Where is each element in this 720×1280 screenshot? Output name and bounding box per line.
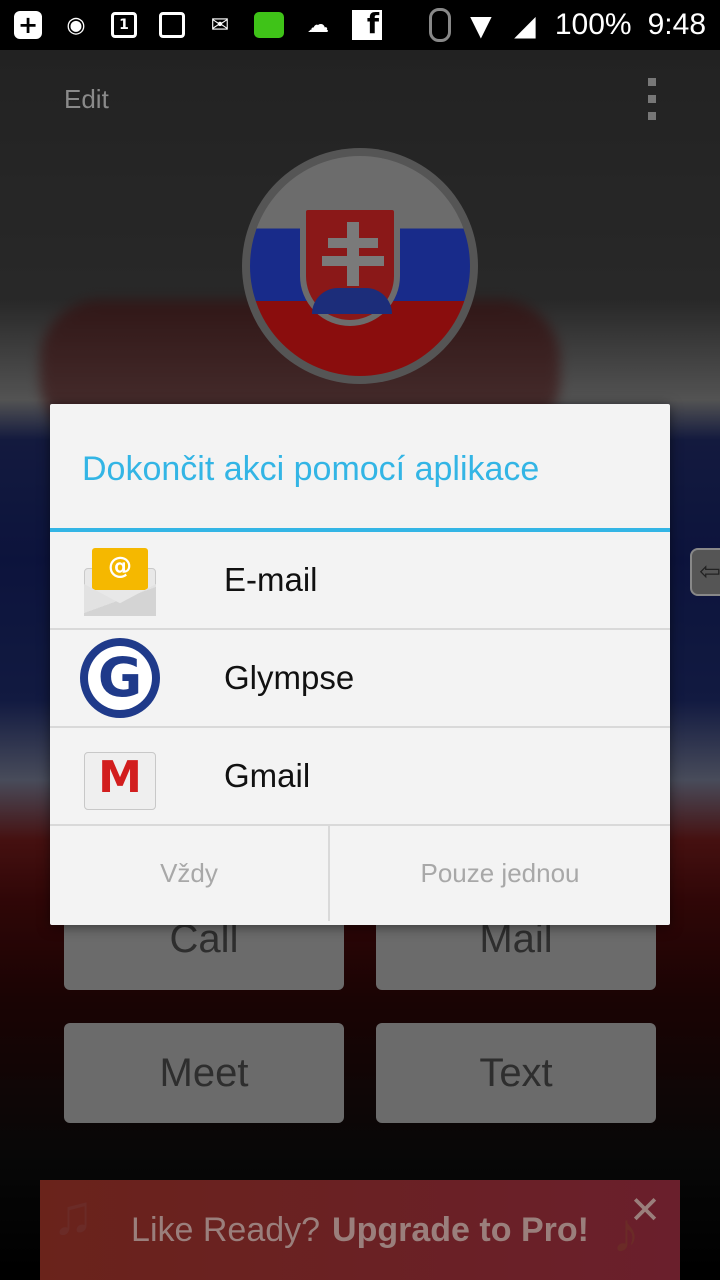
option-email[interactable]: @ E-mail [50, 532, 670, 630]
option-label: Glympse [224, 659, 355, 696]
banner-lead-text: Like Ready? [131, 1210, 321, 1249]
messenger-icon: ◉ [66, 12, 86, 38]
battery-percentage: 100% [554, 8, 632, 41]
calendar-day: 1 [111, 12, 137, 38]
app-chooser-dialog: Dokončit akci pomocí aplikace @ E-mail G… [50, 404, 670, 925]
contact-avatar[interactable] [242, 148, 478, 384]
slovak-flag-image [250, 156, 470, 376]
bluetooth-icon [428, 8, 451, 42]
gallery-icon [158, 11, 186, 39]
always-button[interactable]: Vždy [50, 826, 330, 921]
overflow-menu-icon[interactable] [646, 78, 658, 120]
email-app-icon: @ [80, 540, 160, 620]
upgrade-banner[interactable]: ♫ Like Ready? Upgrade to Pro! ♪ ✕ [40, 1180, 680, 1280]
upgrade-link[interactable]: Upgrade to Pro! [332, 1211, 589, 1250]
plus-icon: + [14, 11, 42, 39]
coat-of-arms-icon [300, 204, 400, 326]
side-panel-arrow-icon[interactable]: ⇦ [690, 548, 720, 596]
dialog-title: Dokončit akci pomocí aplikace [50, 404, 670, 532]
just-once-button[interactable]: Pouze jednou [330, 826, 670, 921]
edit-button[interactable]: Edit [64, 84, 109, 115]
glympse-app-icon: G [80, 638, 160, 718]
calendar-icon: 1 [110, 11, 138, 39]
meet-button[interactable]: Meet [64, 1023, 344, 1123]
close-icon[interactable]: ✕ [628, 1192, 662, 1230]
chat-icon [254, 12, 284, 38]
signal-icon: ◢ [514, 8, 536, 42]
clock: 9:48 [647, 8, 706, 41]
option-gmail[interactable]: M Gmail [50, 728, 670, 826]
music-note-icon: ♫ [52, 1183, 94, 1246]
option-glympse[interactable]: G Glympse [50, 630, 670, 728]
option-label: Gmail [224, 757, 311, 794]
text-button[interactable]: Text [376, 1023, 656, 1123]
option-label: E-mail [224, 561, 318, 598]
gmail-notification-icon: ✉ [210, 12, 230, 38]
facebook-icon: f [352, 7, 382, 40]
dialog-actions: Vždy Pouze jednou [50, 826, 670, 921]
gmail-app-icon: M [80, 736, 160, 816]
status-bar: + ◉ 1 ✉ ☁ f ▼ ◢ 100% 9:48 [0, 0, 720, 50]
wifi-icon: ▼ [470, 8, 492, 42]
weather-icon: ☁ [307, 12, 329, 38]
